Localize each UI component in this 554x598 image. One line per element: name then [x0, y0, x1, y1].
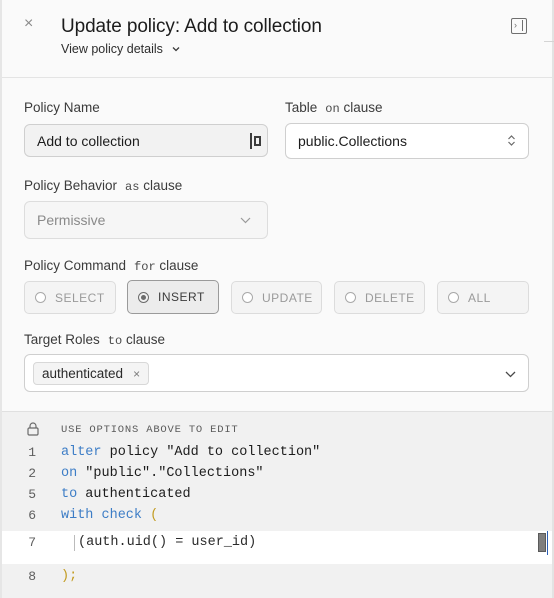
table-select[interactable]: public.Collections: [285, 123, 529, 159]
editor-readonly-note: USE OPTIONS ABOVE TO EDIT: [61, 424, 239, 436]
sql-keyword: with check: [61, 508, 143, 523]
close-icon[interactable]: ×: [24, 16, 38, 32]
roles-sub-keyword: to: [107, 334, 123, 348]
indent-guide: [74, 535, 75, 551]
command-option-delete[interactable]: DELETE: [334, 281, 425, 314]
command-option-select[interactable]: SELECT: [24, 281, 116, 314]
behavior-select[interactable]: Permissive: [24, 201, 268, 239]
code-text[interactable]: (auth.uid() = user_id): [78, 531, 256, 555]
sql-text: "public"."Collections": [77, 466, 264, 481]
roles-multiselect[interactable]: authenticated ×: [24, 354, 529, 392]
select-updown-icon: [508, 135, 515, 146]
policy-name-value: Add to collection: [37, 132, 140, 149]
chevron-down-icon: [240, 217, 251, 224]
table-sub-word: clause: [343, 100, 383, 115]
command-option-label: SELECT: [55, 290, 105, 305]
command-option-label: UPDATE: [262, 290, 313, 305]
sql-keyword: alter: [61, 445, 102, 460]
sql-text: policy "Add to collection": [101, 445, 321, 460]
roles-label: Target Roles to clause: [24, 332, 165, 348]
panel-collapse-icon[interactable]: ›: [511, 18, 527, 34]
editor-right-border: [546, 531, 548, 555]
policy-editor-panel: × Update policy: Add to collection View …: [0, 0, 554, 598]
behavior-label: Policy Behavior as clause: [24, 178, 182, 194]
radio-icon: [242, 292, 253, 303]
radio-icon: [35, 292, 46, 303]
roles-sub-word: clause: [125, 332, 165, 347]
policy-form: Policy Name Add to collection Table on cl…: [2, 78, 554, 411]
code-text: with check (: [61, 505, 158, 526]
role-chip-label: authenticated: [42, 366, 124, 381]
password-manager-icon[interactable]: [250, 133, 262, 149]
lock-icon: [27, 422, 39, 436]
editor-scrollbar-thumb[interactable]: [538, 533, 546, 552]
line-number: 8: [28, 569, 36, 584]
behavior-sub-word: clause: [143, 178, 183, 193]
behavior-label-text: Policy Behavior: [24, 178, 118, 193]
code-text: );: [61, 569, 78, 584]
radio-icon: [345, 292, 356, 303]
line-number: 2: [28, 466, 36, 481]
radio-selected-icon: [138, 291, 149, 303]
line-number: 5: [28, 487, 36, 502]
role-chip: authenticated ×: [33, 362, 150, 385]
behavior-sub-keyword: as: [125, 180, 140, 194]
table-sub-keyword: on: [325, 102, 340, 116]
sql-text: authenticated: [77, 487, 191, 502]
line-number: 6: [28, 508, 36, 523]
policy-name-input[interactable]: Add to collection: [24, 124, 268, 157]
remove-role-icon[interactable]: ×: [133, 367, 140, 381]
table-label-text: Table: [285, 100, 318, 115]
code-text: on "public"."Collections": [61, 463, 264, 484]
view-policy-details-toggle[interactable]: View policy details: [61, 42, 181, 56]
sql-keyword: on: [61, 466, 78, 481]
chevron-down-icon: [172, 47, 180, 52]
command-sub-word: clause: [159, 258, 199, 273]
view-policy-details-label: View policy details: [61, 42, 163, 56]
roles-label-text: Target Roles: [24, 332, 100, 347]
command-option-label: INSERT: [158, 290, 205, 304]
behavior-select-value: Permissive: [37, 212, 106, 228]
editable-code-line[interactable]: 7 (auth.uid() = user_id): [2, 531, 554, 555]
code-line: 6 with check (: [2, 505, 554, 526]
command-option-label: DELETE: [365, 290, 415, 305]
command-label-text: Policy Command: [24, 258, 127, 273]
code-line: 5 to authenticated: [2, 484, 554, 505]
policy-name-label: Policy Name: [24, 100, 100, 115]
command-option-insert[interactable]: INSERT: [127, 280, 219, 314]
panel-title: Update policy: Add to collection: [61, 16, 322, 37]
chevron-down-icon[interactable]: [505, 371, 516, 378]
code-line: 8 );: [2, 566, 554, 587]
panel-header: × Update policy: Add to collection View …: [2, 0, 554, 78]
sql-editor[interactable]: USE OPTIONS ABOVE TO EDIT 1 alter policy…: [2, 411, 554, 598]
command-option-update[interactable]: UPDATE: [231, 281, 322, 314]
code-line: 2 on "public"."Collections": [2, 463, 554, 484]
sql-paren: (: [142, 508, 159, 523]
line-number: 7: [28, 535, 36, 550]
line-number: 1: [28, 445, 36, 460]
table-select-value: public.Collections: [298, 133, 407, 149]
command-option-all[interactable]: ALL: [437, 281, 529, 314]
command-option-label: ALL: [468, 290, 491, 305]
panel-edge-stub: [544, 41, 554, 42]
radio-icon: [448, 292, 459, 303]
code-line: 1 alter policy "Add to collection": [2, 442, 554, 463]
sql-keyword: to: [61, 487, 78, 502]
code-text: to authenticated: [61, 484, 191, 505]
table-label: Table on clause: [285, 100, 382, 116]
command-label: Policy Command for clause: [24, 258, 198, 274]
editor-separator: [2, 555, 554, 564]
code-text: alter policy "Add to collection": [61, 442, 320, 463]
command-sub-keyword: for: [134, 260, 156, 274]
